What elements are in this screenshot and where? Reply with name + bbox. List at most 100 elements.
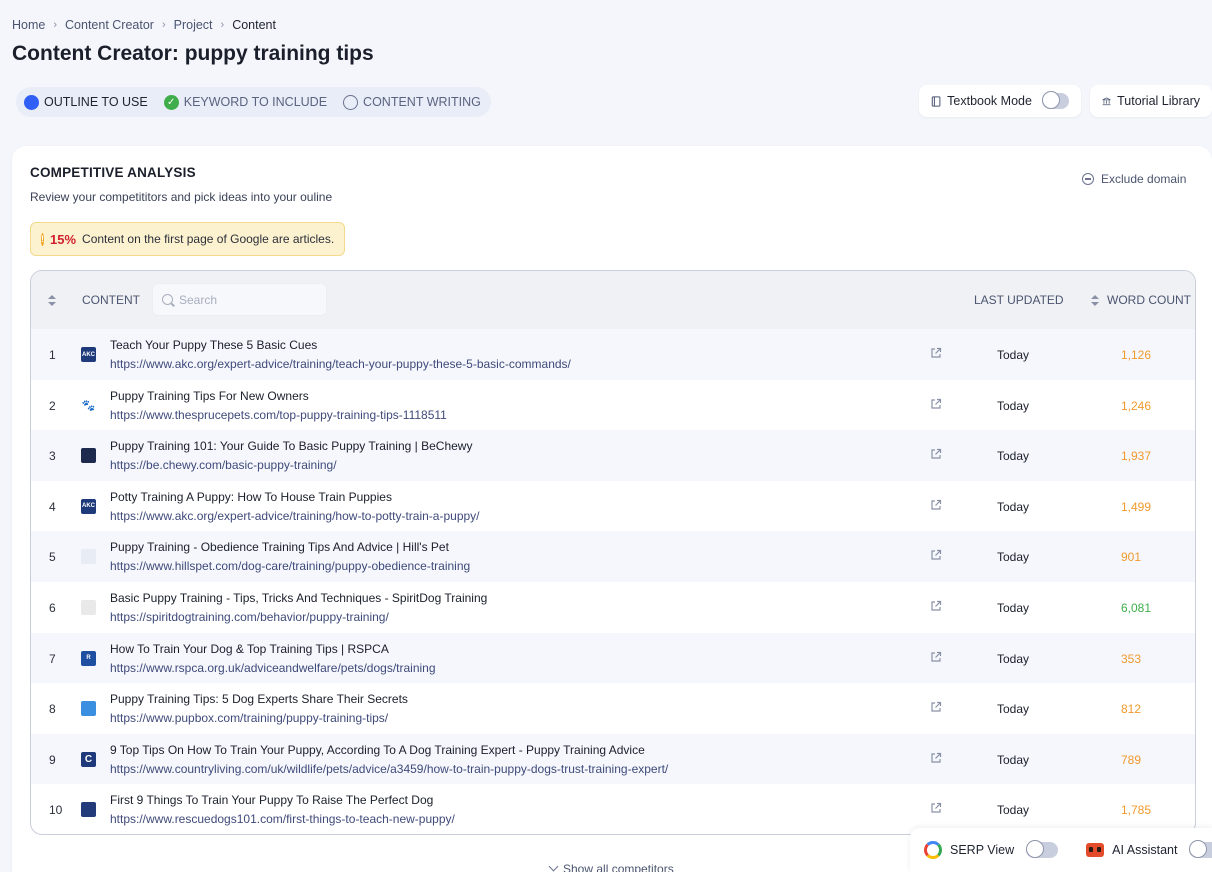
search-input[interactable] bbox=[179, 292, 319, 307]
external-link-icon[interactable] bbox=[930, 499, 942, 511]
check-circle-icon: ✓ bbox=[163, 94, 179, 110]
active-step-icon bbox=[24, 94, 39, 110]
row-url-link[interactable]: https://www.countryliving.com/uk/wildlif… bbox=[110, 762, 668, 776]
table-row[interactable]: 6 Basic Puppy Training - Tips, Tricks And… bbox=[31, 582, 1195, 633]
table-row[interactable]: 3 Puppy Training 101: Your Guide To Basic… bbox=[31, 430, 1195, 481]
breadcrumb-project[interactable]: Project bbox=[174, 18, 213, 32]
sort-icon[interactable] bbox=[1091, 295, 1099, 307]
row-title[interactable]: 9 Top Tips On How To Train Your Puppy, A… bbox=[110, 743, 645, 757]
row-last-updated: Today bbox=[997, 499, 1030, 514]
step-outline[interactable]: OUTLINE TO USE bbox=[24, 94, 148, 110]
external-link-icon[interactable] bbox=[930, 600, 942, 612]
chevron-right-icon: › bbox=[53, 19, 58, 31]
row-url-link[interactable]: https://www.rspca.org.uk/adviceandwelfar… bbox=[110, 661, 436, 675]
header-word-count[interactable]: WORD COUNT bbox=[1107, 293, 1191, 307]
row-title[interactable]: Teach Your Puppy These 5 Basic Cues bbox=[110, 338, 317, 352]
rspca-favicon-icon: R bbox=[81, 650, 96, 666]
tutorial-library-button[interactable]: Tutorial Library bbox=[1090, 85, 1212, 117]
serp-view-switch[interactable] bbox=[1026, 840, 1059, 858]
spirit-favicon-icon bbox=[81, 600, 96, 615]
row-title[interactable]: First 9 Things To Train Your Puppy To Ra… bbox=[110, 793, 433, 807]
notice-text: Content on the first page of Google are … bbox=[82, 232, 335, 246]
breadcrumb-home[interactable]: Home bbox=[12, 18, 45, 32]
card-subtitle: Review your competititors and pick ideas… bbox=[30, 190, 333, 204]
row-url-link[interactable]: https://www.rescuedogs101.com/first-thin… bbox=[110, 812, 455, 826]
row-title[interactable]: Puppy Training - Obedience Training Tips… bbox=[110, 540, 449, 554]
page-title-keyword: puppy training tips bbox=[184, 42, 374, 65]
row-last-updated: Today bbox=[997, 651, 1030, 666]
external-link-icon[interactable] bbox=[930, 398, 942, 410]
row-last-updated: Today bbox=[997, 803, 1030, 818]
warning-icon: ! bbox=[41, 232, 44, 246]
external-link-icon[interactable] bbox=[930, 752, 942, 764]
bottom-dock: SERP View AI Assistant bbox=[910, 828, 1212, 872]
row-url-link[interactable]: https://be.chewy.com/basic-puppy-trainin… bbox=[110, 458, 337, 472]
row-number: 4 bbox=[49, 499, 56, 514]
ai-assistant-label: AI Assistant bbox=[1112, 843, 1178, 857]
show-all-label: Show all competitors bbox=[563, 862, 674, 872]
page-title-prefix: Content Creator: bbox=[12, 42, 179, 65]
search-field[interactable] bbox=[152, 283, 327, 316]
page-title: Content Creator: puppy training tips bbox=[12, 42, 374, 66]
table-row[interactable]: 7 R How To Train Your Dog & Top Training T… bbox=[31, 632, 1195, 684]
breadcrumb-content-creator[interactable]: Content Creator bbox=[65, 18, 154, 32]
exclude-domain-button[interactable]: Exclude domain bbox=[1082, 172, 1186, 186]
row-title[interactable]: Potty Training A Puppy: How To House Tra… bbox=[110, 490, 392, 504]
table-row[interactable]: 5 Puppy Training - Obedience Training Tip… bbox=[31, 531, 1195, 582]
header-last-updated[interactable]: LAST UPDATED bbox=[974, 293, 1064, 307]
country-favicon-icon: C bbox=[81, 751, 96, 767]
table-row[interactable]: 1 AKC Teach Your Puppy These 5 Basic Cues h… bbox=[31, 329, 1195, 380]
step-content-writing[interactable]: CONTENT WRITING bbox=[343, 94, 481, 110]
competitors-table: CONTENT LAST UPDATED WORD COUNT 1 AKC Teac… bbox=[30, 270, 1196, 835]
hills-favicon-icon bbox=[81, 549, 96, 565]
row-url-link[interactable]: https://www.akc.org/expert-advice/traini… bbox=[110, 357, 571, 371]
row-url-link[interactable]: https://www.hillspet.com/dog-care/traini… bbox=[110, 559, 470, 573]
ai-assistant-toggle[interactable]: AI Assistant bbox=[1072, 840, 1212, 858]
table-row[interactable]: 4 AKC Potty Training A Puppy: How To House… bbox=[31, 481, 1195, 532]
textbook-mode-toggle[interactable]: Textbook Mode bbox=[919, 85, 1081, 117]
row-last-updated: Today bbox=[997, 550, 1030, 565]
empty-circle-icon bbox=[343, 94, 359, 110]
row-url-link[interactable]: https://www.thesprucepets.com/top-puppy-… bbox=[110, 408, 447, 422]
card-title: COMPETITIVE ANALYSIS bbox=[30, 165, 196, 180]
step-keyword[interactable]: ✓ KEYWORD TO INCLUDE bbox=[163, 94, 327, 110]
search-icon bbox=[162, 294, 173, 305]
row-last-updated: Today bbox=[997, 449, 1030, 464]
row-word-count: 1,785 bbox=[1121, 803, 1152, 818]
row-title[interactable]: Puppy Training Tips: 5 Dog Experts Share… bbox=[110, 692, 408, 706]
sort-icon[interactable] bbox=[48, 295, 56, 307]
row-word-count: 901 bbox=[1121, 550, 1142, 565]
exclude-domain-label: Exclude domain bbox=[1101, 172, 1187, 186]
row-title[interactable]: Puppy Training Tips For New Owners bbox=[110, 389, 309, 403]
external-link-icon[interactable] bbox=[930, 651, 942, 663]
row-url-link[interactable]: https://www.pupbox.com/training/puppy-tr… bbox=[110, 711, 388, 725]
external-link-icon[interactable] bbox=[930, 802, 942, 814]
table-row[interactable]: 8 Puppy Training Tips: 5 Dog Experts Shar… bbox=[31, 683, 1195, 734]
table-row[interactable]: 9 C 9 Top Tips On How To Train Your Puppy,… bbox=[31, 733, 1195, 785]
row-word-count: 1,937 bbox=[1121, 449, 1152, 464]
row-last-updated: Today bbox=[997, 398, 1030, 413]
external-link-icon[interactable] bbox=[930, 448, 942, 460]
serp-view-label: SERP View bbox=[950, 843, 1015, 857]
textbook-mode-switch[interactable] bbox=[1041, 91, 1069, 109]
external-link-icon[interactable] bbox=[930, 701, 942, 713]
paw-favicon-icon: 🐾 bbox=[81, 399, 96, 412]
library-icon bbox=[1102, 96, 1111, 105]
show-all-competitors-button[interactable]: Show all competitors bbox=[548, 861, 674, 872]
external-link-icon[interactable] bbox=[930, 347, 942, 359]
serp-view-toggle[interactable]: SERP View bbox=[910, 840, 1072, 859]
row-word-count: 6,081 bbox=[1121, 601, 1152, 615]
akc-favicon-icon: AKC bbox=[81, 498, 96, 514]
external-link-icon[interactable] bbox=[930, 549, 942, 561]
table-row[interactable]: 2 🐾 Puppy Training Tips For New Owners http… bbox=[31, 380, 1195, 431]
row-number: 3 bbox=[49, 449, 56, 464]
row-title[interactable]: Puppy Training 101: Your Guide To Basic … bbox=[110, 439, 472, 453]
row-title[interactable]: Basic Puppy Training - Tips, Tricks And … bbox=[110, 591, 487, 605]
ai-assistant-switch[interactable] bbox=[1189, 840, 1212, 858]
row-word-count: 812 bbox=[1121, 702, 1142, 717]
row-word-count: 1,246 bbox=[1121, 398, 1152, 413]
row-number: 5 bbox=[49, 550, 56, 565]
row-url-link[interactable]: https://www.akc.org/expert-advice/traini… bbox=[110, 509, 480, 523]
row-title[interactable]: How To Train Your Dog & Top Training Tip… bbox=[110, 642, 389, 656]
row-url-link[interactable]: https://spiritdogtraining.com/behavior/p… bbox=[110, 610, 389, 624]
